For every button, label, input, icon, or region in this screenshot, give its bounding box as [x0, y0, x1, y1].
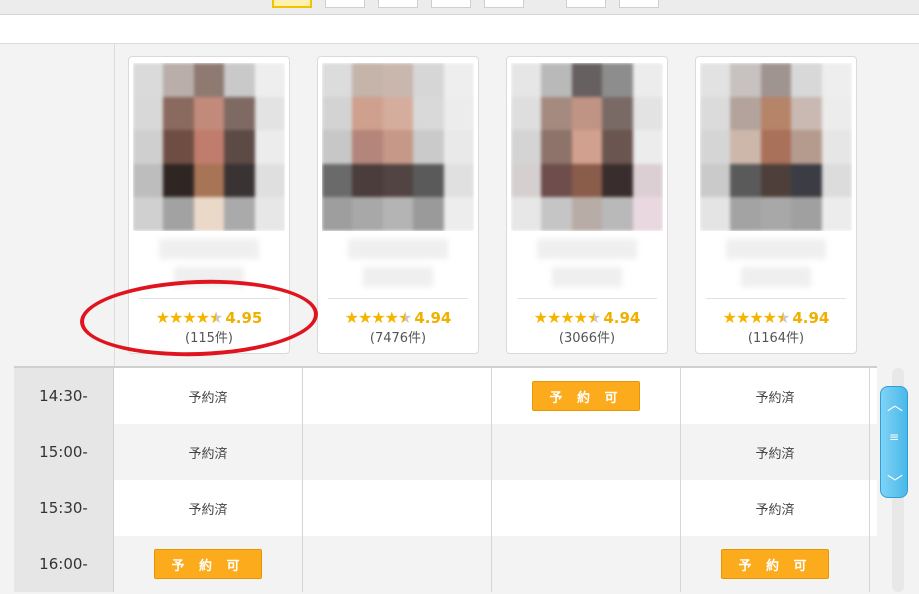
blurred-name — [726, 239, 826, 259]
slot-cell-empty — [303, 480, 492, 536]
reserve-button[interactable]: 予 約 可 — [532, 381, 640, 411]
date-tab[interactable] — [431, 0, 471, 8]
review-count: (1164件) — [747, 331, 805, 346]
star-icon: ★ — [762, 308, 777, 327]
time-label: 16:00- — [14, 536, 114, 592]
blurred-info — [741, 267, 811, 287]
slot-cell-empty — [303, 368, 492, 424]
date-tab[interactable] — [325, 0, 365, 8]
time-label: 15:00- — [14, 424, 114, 480]
card-divider — [328, 298, 468, 299]
staff-photo-pixelated — [133, 63, 285, 231]
table-row: 14:30- 予約済 予 約 可 予約済 — [14, 368, 877, 424]
reserve-button[interactable]: 予 約 可 — [154, 549, 262, 579]
slot-cell: 予 約 可 — [681, 536, 870, 592]
scrollbar-thumb[interactable]: ︿ ≡ ﹀ — [880, 386, 908, 498]
slot-cell: 予約済 — [681, 480, 870, 536]
star-icon: ★ — [371, 308, 385, 327]
rating-score: 4.94 — [792, 309, 830, 327]
staff-card[interactable]: ★★★★★ 4.94 (7476件) — [317, 56, 479, 354]
slot-cell: 予 約 可 — [114, 536, 303, 592]
review-count: (3066件) — [558, 331, 616, 346]
staff-photo-pixelated — [511, 63, 663, 231]
rating-score: 4.94 — [603, 309, 641, 327]
slot-cell-empty — [303, 424, 492, 480]
slot-cell-empty — [492, 480, 681, 536]
staff-photo-pixelated — [700, 63, 852, 231]
booked-label: 予約済 — [755, 446, 795, 462]
slot-cell-empty — [492, 424, 681, 480]
slot-cell: 予約済 — [681, 424, 870, 480]
star-icon: ★ — [722, 308, 737, 327]
star-icon: ★ — [533, 308, 548, 327]
star-half-icon: ★ — [398, 308, 412, 327]
slot-cell-empty — [303, 536, 492, 592]
booked-label: 予約済 — [755, 390, 795, 406]
star-icon: ★ — [573, 308, 588, 327]
grip-icon: ≡ — [888, 430, 900, 444]
table-row: 16:00- 予 約 可 予 約 可 — [14, 536, 877, 592]
reserve-button[interactable]: 予 約 可 — [721, 549, 829, 579]
blurred-name — [348, 239, 448, 259]
star-icon: ★ — [735, 308, 750, 327]
slot-cell-empty — [492, 536, 681, 592]
date-tab[interactable] — [619, 0, 659, 8]
rating-row: ★★★★★ 4.94 — [318, 308, 478, 328]
blurred-info — [552, 267, 622, 287]
staff-photo-pixelated — [322, 63, 474, 231]
staff-card[interactable]: ★★★★★ 4.94 (3066件) — [506, 56, 668, 354]
review-count: (7476件) — [369, 331, 427, 346]
card-divider — [517, 298, 657, 299]
booked-label: 予約済 — [188, 390, 228, 406]
star-icon: ★ — [749, 308, 763, 327]
date-strip — [0, 0, 919, 15]
time-label: 15:30- — [14, 480, 114, 536]
rating-row: ★★★★★ 4.94 — [507, 308, 667, 328]
schedule-table: 14:30- 予約済 予 約 可 予約済 15:00- 予約済 予約済 15:3… — [14, 366, 877, 594]
slot-cell: 予約済 — [114, 480, 303, 536]
blurred-info — [363, 267, 433, 287]
slot-cell: 予約済 — [114, 368, 303, 424]
star-half-icon: ★ — [776, 308, 790, 327]
star-icon: ★ — [384, 308, 399, 327]
star-icon: ★ — [546, 308, 561, 327]
chevron-up-icon[interactable]: ︿ — [887, 391, 903, 415]
slot-cell: 予 約 可 — [492, 368, 681, 424]
table-row: 15:00- 予約済 予約済 — [14, 424, 877, 480]
booked-label: 予約済 — [188, 502, 228, 518]
chevron-down-icon[interactable]: ﹀ — [887, 469, 903, 493]
star-half-icon: ★ — [587, 308, 601, 327]
date-tab[interactable] — [484, 0, 524, 8]
slot-cell: 予約済 — [114, 424, 303, 480]
star-icon: ★ — [357, 308, 372, 327]
table-row: 15:30- 予約済 予約済 — [14, 480, 877, 536]
header-band — [0, 15, 919, 44]
staff-card[interactable]: ★★★★★ 4.94 (1164件) — [695, 56, 857, 354]
booked-label: 予約済 — [188, 446, 228, 462]
date-tab[interactable] — [566, 0, 606, 8]
date-tab-selected[interactable] — [272, 0, 312, 8]
blurred-name — [537, 239, 637, 259]
slot-cell: 予約済 — [681, 368, 870, 424]
blurred-name — [159, 239, 259, 259]
card-divider — [706, 298, 846, 299]
time-label: 14:30- — [14, 368, 114, 424]
star-icon: ★ — [560, 308, 574, 327]
rating-row: ★★★★★ 4.94 — [696, 308, 856, 328]
star-icon: ★ — [344, 308, 359, 327]
date-tab[interactable] — [378, 0, 418, 8]
booked-label: 予約済 — [755, 502, 795, 518]
rating-score: 4.94 — [414, 309, 452, 327]
